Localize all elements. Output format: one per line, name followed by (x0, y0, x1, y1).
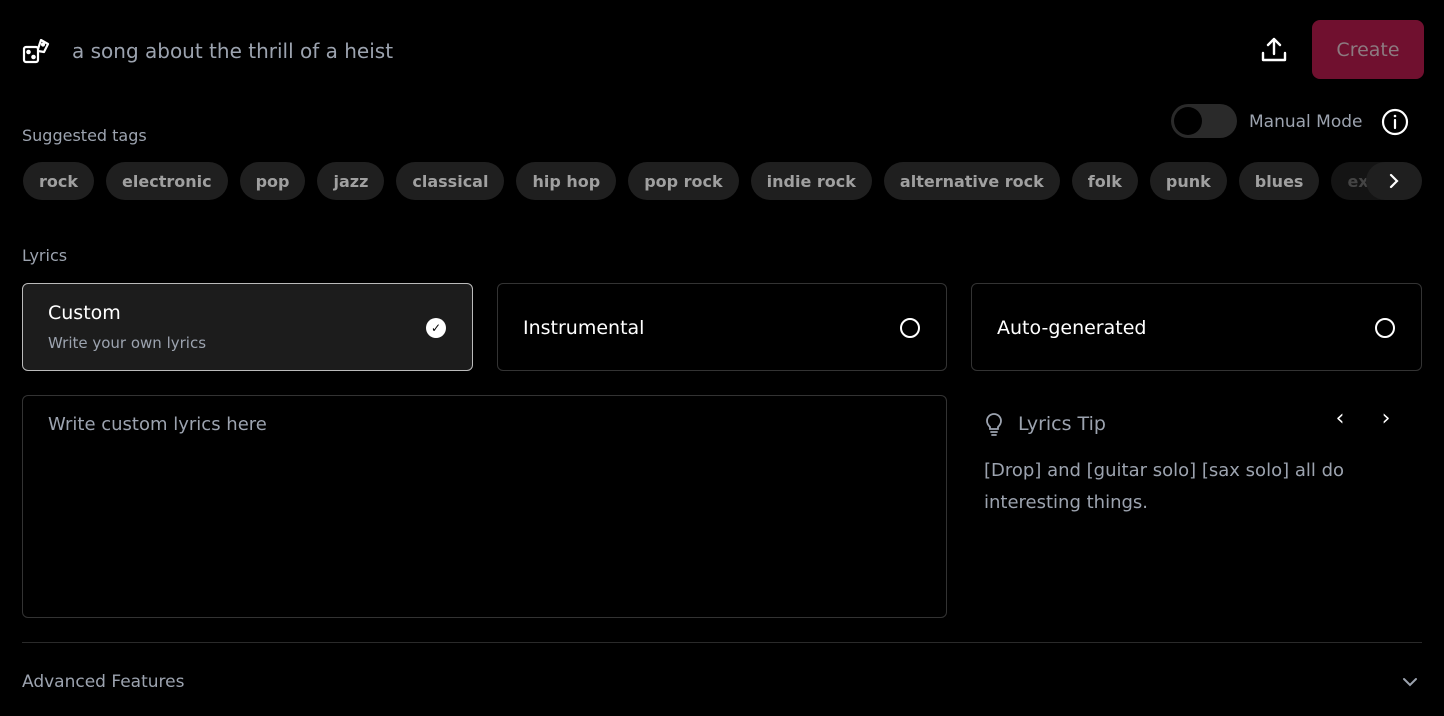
info-icon[interactable] (1381, 108, 1409, 136)
lyrics-label: Lyrics (22, 246, 68, 265)
create-button[interactable]: Create (1312, 20, 1424, 79)
tag-chip[interactable]: jazz (317, 162, 385, 200)
dice-icon[interactable] (22, 37, 50, 65)
tag-chip[interactable]: rock (23, 162, 95, 200)
prompt-row: a song about the thrill of a heist (22, 34, 393, 68)
upload-icon[interactable] (1258, 34, 1290, 66)
lyrics-option-custom[interactable]: Custom Write your own lyrics ✓ (22, 283, 473, 371)
check-circle-icon: ✓ (426, 318, 446, 338)
tag-chip[interactable]: hip hop (516, 162, 617, 200)
advanced-features-toggle[interactable]: Advanced Features (22, 672, 184, 692)
tag-chip[interactable]: folk (1071, 162, 1138, 200)
custom-lyrics-input[interactable] (22, 395, 947, 618)
option-title: Custom (48, 302, 121, 324)
chevron-left-icon: ‹ (1335, 406, 1345, 431)
lyrics-tip-title: Lyrics Tip (1018, 413, 1106, 435)
lightbulb-icon (986, 413, 1002, 436)
tag-chip[interactable]: electronic (106, 162, 228, 200)
tag-chip[interactable]: indie rock (750, 162, 872, 200)
option-subtitle: Write your own lyrics (48, 334, 207, 352)
radio-icon (1375, 318, 1395, 338)
lyrics-option-auto-generated[interactable]: Auto-generated (971, 283, 1422, 371)
chevron-right-icon: › (1381, 406, 1391, 431)
tip-previous-button[interactable]: ‹ (1328, 406, 1352, 432)
tag-chip[interactable]: alternative rock (883, 162, 1060, 200)
tag-chip[interactable]: blues (1238, 162, 1320, 200)
tags-scroll-right-button[interactable] (1366, 162, 1422, 200)
lyrics-option-instrumental[interactable]: Instrumental (497, 283, 947, 371)
chevron-right-icon (1389, 173, 1399, 189)
option-title: Auto-generated (997, 317, 1147, 339)
tip-next-button[interactable]: › (1374, 406, 1398, 432)
manual-mode-label: Manual Mode (1249, 112, 1363, 132)
radio-icon (900, 318, 920, 338)
tag-chip[interactable]: classical (396, 162, 505, 200)
divider (22, 642, 1422, 643)
chevron-down-icon[interactable] (1398, 670, 1422, 694)
tag-chip[interactable]: pop rock (628, 162, 739, 200)
suggested-tags-list: rock electronic pop jazz classical hip h… (23, 162, 1393, 200)
lyrics-tip-header: Lyrics Tip (984, 412, 1106, 436)
manual-mode-toggle[interactable] (1171, 104, 1237, 138)
lyrics-tip-text: [Drop] and [guitar solo] [sax solo] all … (984, 460, 1345, 513)
option-title: Instrumental (523, 317, 645, 339)
song-prompt-input[interactable]: a song about the thrill of a heist (72, 39, 393, 63)
tag-chip[interactable]: punk (1149, 162, 1227, 200)
tag-chip[interactable]: pop (239, 162, 306, 200)
suggested-tags-label: Suggested tags (22, 126, 147, 145)
